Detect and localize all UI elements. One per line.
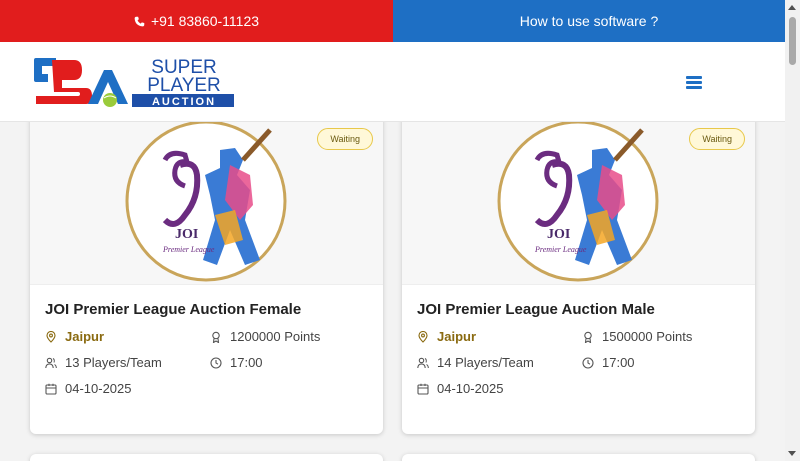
points-label: 1500000 Points (602, 329, 693, 344)
users-icon (417, 357, 429, 368)
svg-text:Premier League: Premier League (162, 245, 215, 254)
map-pin-icon (418, 330, 428, 343)
svg-text:Premier League: Premier League (534, 245, 587, 254)
calendar-icon (417, 383, 429, 395)
auction-card[interactable] (402, 454, 755, 461)
how-to-use-link[interactable]: How to use software ? (393, 0, 785, 42)
scroll-down-arrow-icon[interactable] (788, 451, 796, 456)
status-badge: Waiting (689, 128, 745, 150)
time-item: 17:00 (210, 355, 368, 370)
svg-text:JOI: JOI (547, 227, 570, 242)
hamburger-line (686, 81, 702, 84)
auction-card[interactable] (30, 454, 383, 461)
users-icon (45, 357, 57, 368)
date-label: 04-10-2025 (65, 381, 132, 396)
points-label: 1200000 Points (230, 329, 321, 344)
scroll-up-arrow-icon[interactable] (788, 5, 796, 10)
city-label: Jaipur (437, 329, 477, 344)
location-item: Jaipur (417, 329, 582, 344)
time-label: 17:00 (230, 355, 263, 370)
clock-icon (210, 356, 222, 369)
svg-text:PLAYER: PLAYER (147, 75, 221, 96)
players-item: 13 Players/Team (45, 355, 210, 370)
page-scrollbar[interactable] (785, 0, 800, 461)
players-item: 14 Players/Team (417, 355, 582, 370)
date-label: 04-10-2025 (437, 381, 504, 396)
league-emblem-icon: JOI Premier League (125, 120, 287, 282)
city-label: Jaipur (65, 329, 105, 344)
phone-link[interactable]: +91 83860-11123 (0, 0, 393, 42)
date-item: 04-10-2025 (45, 381, 210, 396)
phone-number: +91 83860-11123 (150, 13, 260, 29)
auction-card[interactable]: JOI Premier League Waiting JOI Premier L… (30, 110, 383, 434)
points-item: 1200000 Points (210, 329, 368, 344)
clock-icon (582, 356, 594, 369)
time-item: 17:00 (582, 355, 740, 370)
location-item: Jaipur (45, 329, 210, 344)
award-icon (584, 331, 592, 343)
award-icon (212, 331, 220, 343)
top-contact-bar: +91 83860-11123 How to use software ? (0, 0, 785, 42)
card-title[interactable]: JOI Premier League Auction Male (417, 301, 740, 318)
menu-toggle-icon[interactable] (686, 76, 702, 90)
site-header: SUPER PLAYER AUCTION (0, 42, 785, 122)
svg-text:AUCTION: AUCTION (152, 96, 216, 108)
points-item: 1500000 Points (582, 329, 740, 344)
status-badge: Waiting (317, 128, 373, 150)
phone-icon (134, 16, 145, 26)
players-label: 13 Players/Team (65, 355, 162, 370)
auction-card[interactable]: JOI Premier League Waiting JOI Premier L… (402, 110, 755, 434)
time-label: 17:00 (602, 355, 635, 370)
hamburger-line (686, 76, 702, 79)
card-title[interactable]: JOI Premier League Auction Female (45, 301, 368, 318)
map-pin-icon (46, 330, 56, 343)
svg-text:JOI: JOI (175, 227, 198, 242)
hamburger-line (686, 86, 702, 89)
scrollbar-thumb[interactable] (789, 17, 796, 65)
card-image: JOI Premier League Waiting (30, 110, 383, 285)
date-item: 04-10-2025 (417, 381, 582, 396)
league-emblem-icon: JOI Premier League (497, 120, 659, 282)
card-image: JOI Premier League Waiting (402, 110, 755, 285)
super-player-auction-logo[interactable]: SUPER PLAYER AUCTION (34, 54, 236, 110)
players-label: 14 Players/Team (437, 355, 534, 370)
calendar-icon (45, 383, 57, 395)
